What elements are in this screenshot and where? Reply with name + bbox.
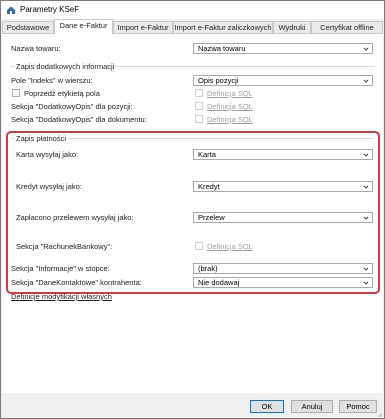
- tab-wydruki[interactable]: Wydruki: [273, 21, 311, 33]
- dialog-window: Parametry KSeF Podstawowe Dane e-Faktur …: [0, 0, 385, 419]
- przelew-label: Zapłacono przelewem wysyłaj jako:: [16, 213, 134, 222]
- chevron-down-icon: [363, 280, 369, 286]
- nazwa-towaru-value: Nazwa towaru: [198, 44, 246, 53]
- poprzedz-sql-checkbox[interactable]: [195, 89, 203, 97]
- sekcja-dokumentu-label: Sekcja "DodatkowyOpis" dla dokumentu:: [11, 115, 147, 124]
- indeks-value: Opis pozycji: [198, 76, 239, 85]
- karta-select[interactable]: Karta: [193, 149, 373, 160]
- definicja-sql-link[interactable]: Definicja SQL: [207, 242, 253, 251]
- chevron-down-icon: [363, 184, 369, 190]
- window-title: Parametry KSeF: [20, 5, 80, 14]
- tab-import-e-faktur-zaliczkowych[interactable]: Import e-Faktur zaliczkowych: [173, 21, 273, 33]
- zapis-platnosci-group: Zapis płatności: [11, 134, 373, 143]
- sekcja-dokumentu-checkbox[interactable]: [195, 115, 203, 123]
- tab-dane-e-faktur[interactable]: Dane e-Faktur: [54, 19, 113, 34]
- tab-panel-dane-e-faktur: Nazwa towaru: Nazwa towaru Zapis dodatko…: [2, 33, 383, 393]
- tab-import-e-faktur[interactable]: Import e-Faktur: [113, 21, 173, 33]
- karta-value: Karta: [198, 150, 216, 159]
- dane-kontaktowe-value: Nie dodawaj: [198, 278, 240, 287]
- rachunek-checkbox[interactable]: [195, 242, 203, 250]
- sekcja-pozycji-checkbox[interactable]: [195, 102, 203, 110]
- ok-button[interactable]: OK: [250, 400, 284, 413]
- chevron-down-icon: [363, 266, 369, 272]
- poprzedz-label: Poprzedź etykietą pola: [24, 89, 100, 98]
- definicja-sql-link[interactable]: Definicja SQL: [207, 102, 253, 111]
- karta-label: Karta wysyłaj jako:: [16, 150, 79, 159]
- rachunek-label: Sekcja "RachunekBankowy":: [16, 242, 113, 251]
- chevron-down-icon: [363, 152, 369, 158]
- app-icon: [6, 5, 16, 15]
- informacje-stopka-select[interactable]: (brak): [193, 263, 373, 274]
- sekcja-pozycji-label: Sekcja "DodatkowyOpis" dla pozycji:: [11, 102, 133, 111]
- indeks-label: Pole "Indeks" w wierszu:: [11, 76, 93, 85]
- definicja-sql-link[interactable]: Definicja SQL: [207, 89, 253, 98]
- kredyt-label: Kredyt wysyłaj jako:: [16, 182, 82, 191]
- nazwa-towaru-label: Nazwa towaru:: [11, 44, 61, 53]
- title-bar: Parametry KSeF: [1, 1, 384, 19]
- definicja-sql-link[interactable]: Definicja SQL: [207, 115, 253, 124]
- chevron-down-icon: [363, 78, 369, 84]
- informacje-stopka-label: Sekcja "Informacje" w stopce:: [11, 264, 110, 273]
- chevron-down-icon: [363, 215, 369, 221]
- cancel-button[interactable]: Anuluj: [291, 400, 333, 413]
- przelew-select[interactable]: Przelew: [193, 212, 373, 223]
- resize-grip-icon[interactable]: [376, 410, 382, 417]
- kredyt-value: Kredyt: [198, 182, 220, 191]
- zapis-dodatkowych-title: Zapis dodatkowych informacji: [15, 62, 116, 71]
- przelew-value: Przelew: [198, 213, 225, 222]
- nazwa-towaru-select[interactable]: Nazwa towaru: [193, 43, 373, 54]
- tab-certyfikat-offline[interactable]: Certyfikat offline: [311, 21, 383, 33]
- kredyt-select[interactable]: Kredyt: [193, 181, 373, 192]
- tab-strip: Podstawowe Dane e-Faktur Import e-Faktur…: [2, 19, 383, 34]
- help-button[interactable]: Pomoc: [339, 400, 377, 413]
- chevron-down-icon: [363, 46, 369, 52]
- dane-kontaktowe-select[interactable]: Nie dodawaj: [193, 277, 373, 288]
- dane-kontaktowe-label: Sekcja "DaneKontaktowe" kontrahenta:: [11, 278, 142, 287]
- tab-podstawowe[interactable]: Podstawowe: [2, 21, 54, 33]
- informacje-stopka-value: (brak): [198, 264, 218, 273]
- zapis-platnosci-title: Zapis płatności: [15, 134, 68, 143]
- indeks-select[interactable]: Opis pozycji: [193, 75, 373, 86]
- definicje-modyfikacji-link[interactable]: Definicje modyfikacji własnych: [11, 292, 112, 301]
- poprzedz-checkbox[interactable]: [12, 89, 20, 97]
